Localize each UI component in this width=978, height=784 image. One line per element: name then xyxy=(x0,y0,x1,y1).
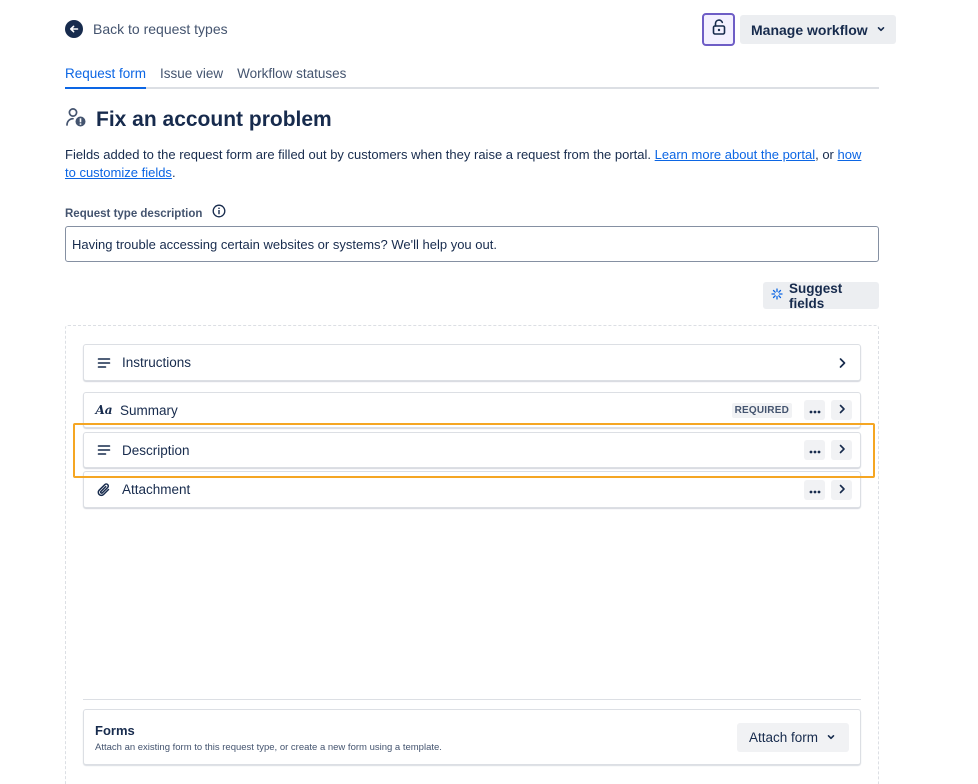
attach-form-button[interactable]: Attach form xyxy=(737,723,849,752)
paperclip-icon xyxy=(95,481,113,499)
open-field-button[interactable] xyxy=(831,440,852,460)
suggest-fields-button[interactable]: Suggest fields xyxy=(763,280,879,311)
more-horizontal-icon xyxy=(809,481,821,499)
field-label-instructions: Instructions xyxy=(122,355,192,370)
sparkle-icon xyxy=(771,287,783,305)
chevron-down-icon xyxy=(826,729,836,747)
forms-subtitle: Attach an existing form to this request … xyxy=(95,742,442,753)
description-label: Request type description xyxy=(65,207,203,220)
more-horizontal-icon xyxy=(809,441,821,459)
info-icon[interactable] xyxy=(212,204,226,223)
restriction-lock-button[interactable] xyxy=(702,13,735,46)
suggest-fields-label: Suggest fields xyxy=(789,280,843,311)
field-label-summary: Summary xyxy=(120,402,178,418)
forms-title: Forms xyxy=(95,723,135,738)
arrow-left-icon xyxy=(65,20,83,38)
tab-issue-view[interactable]: Issue view xyxy=(160,66,223,87)
open-field-button[interactable] xyxy=(831,400,852,420)
required-badge: REQUIRED xyxy=(731,402,792,418)
chevron-right-icon[interactable] xyxy=(832,353,852,373)
open-field-button[interactable] xyxy=(831,479,852,500)
page-title: Fix an account problem xyxy=(96,107,332,131)
more-options-button[interactable] xyxy=(804,440,825,460)
more-horizontal-icon xyxy=(809,401,821,419)
chevron-right-icon xyxy=(838,441,846,459)
manage-workflow-label: Manage workflow xyxy=(751,21,868,38)
attach-form-label: Attach form xyxy=(749,730,819,745)
chevron-down-icon xyxy=(876,21,886,39)
field-row-instructions[interactable]: Instructions xyxy=(83,344,861,381)
chevron-right-icon xyxy=(838,401,846,419)
intro-text: Fields added to the request form are fil… xyxy=(65,146,875,182)
tab-bar: Request form Issue view Workflow statuse… xyxy=(65,66,879,89)
field-row-attachment[interactable]: Attachment xyxy=(83,471,861,508)
text-lines-icon xyxy=(95,441,113,459)
page-title-row: Fix an account problem xyxy=(65,106,332,133)
learn-more-portal-link[interactable]: Learn more about the portal xyxy=(655,147,815,162)
forms-divider xyxy=(83,699,861,700)
field-label-attachment: Attachment xyxy=(122,482,191,497)
tab-workflow-statuses[interactable]: Workflow statuses xyxy=(237,66,346,87)
manage-workflow-button[interactable]: Manage workflow xyxy=(740,15,896,44)
text-lines-icon xyxy=(95,354,113,372)
person-warning-icon xyxy=(65,106,87,133)
field-row-summary[interactable]: Aa Summary REQUIRED xyxy=(83,392,861,428)
intro-text-end: . xyxy=(171,165,176,180)
text-aa-icon: Aa xyxy=(95,403,113,417)
more-options-button[interactable] xyxy=(804,400,825,420)
request-type-description-input[interactable] xyxy=(65,226,879,262)
tab-request-form[interactable]: Request form xyxy=(65,66,147,89)
intro-text-body: Fields added to the request form are fil… xyxy=(65,147,652,162)
more-options-button[interactable] xyxy=(804,479,825,500)
back-link-label: Back to request types xyxy=(93,21,228,37)
back-to-request-types-link[interactable]: Back to request types xyxy=(65,20,228,38)
unlock-icon xyxy=(712,19,726,40)
field-row-description[interactable]: Description xyxy=(83,432,861,468)
field-label-description: Description xyxy=(122,442,190,458)
chevron-right-icon xyxy=(838,481,846,499)
forms-card: Forms Attach an existing form to this re… xyxy=(83,709,861,765)
description-label-row: Request type description xyxy=(65,204,226,223)
intro-text-joiner: , or xyxy=(815,147,834,162)
